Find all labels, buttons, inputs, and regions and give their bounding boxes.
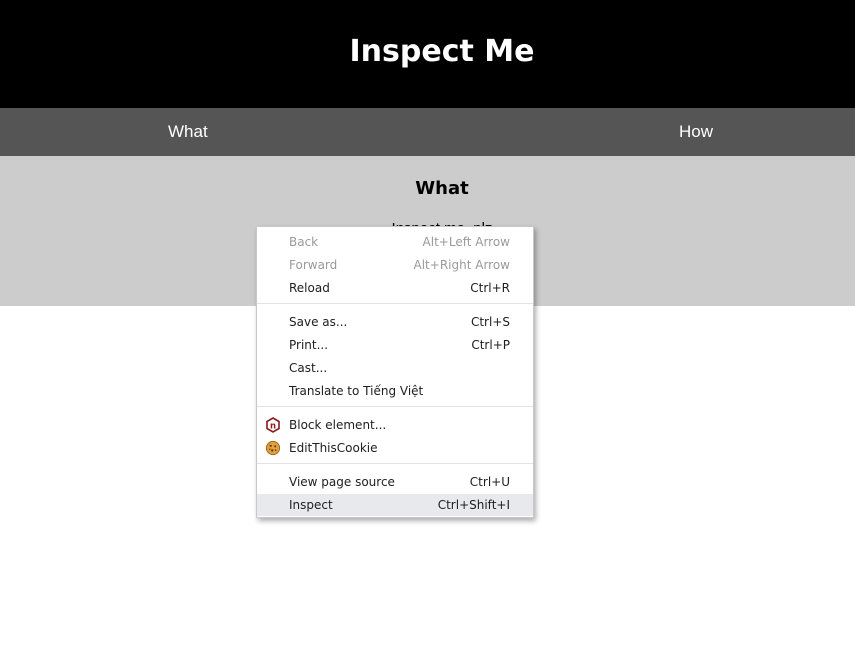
menu-item-reload[interactable]: Reload Ctrl+R: [257, 277, 533, 299]
page-header: Inspect Me: [0, 0, 855, 108]
section-heading: What: [415, 178, 469, 199]
nav-link-how[interactable]: How: [679, 122, 713, 142]
menu-item-label: Reload: [289, 281, 330, 295]
menu-separator: [257, 406, 533, 407]
menu-item-shortcut: Alt+Left Arrow: [422, 235, 510, 249]
menu-item-label: Inspect: [289, 498, 333, 512]
cookie-icon: [265, 440, 281, 456]
menu-item-forward[interactable]: Forward Alt+Right Arrow: [257, 254, 533, 276]
menu-item-shortcut: Ctrl+P: [471, 338, 510, 352]
menu-item-save-as[interactable]: Save as... Ctrl+S: [257, 311, 533, 333]
menu-item-cast[interactable]: Cast...: [257, 357, 533, 379]
menu-item-label: Print...: [289, 338, 329, 352]
page-title: Inspect Me: [349, 34, 535, 69]
ublock-hexagon-icon: n: [265, 417, 281, 433]
menu-item-label: View page source: [289, 475, 395, 489]
menu-item-label: Block element...: [289, 418, 387, 432]
menu-item-translate[interactable]: Translate to Tiếng Việt: [257, 380, 533, 402]
menu-item-shortcut: Alt+Right Arrow: [413, 258, 510, 272]
menu-item-shortcut: Ctrl+U: [469, 475, 510, 489]
menu-item-back[interactable]: Back Alt+Left Arrow: [257, 231, 533, 253]
svg-text:n: n: [270, 421, 276, 431]
menu-item-inspect[interactable]: Inspect Ctrl+Shift+I: [257, 494, 533, 516]
menu-separator: [257, 463, 533, 464]
menu-separator: [257, 303, 533, 304]
menu-item-shortcut: Ctrl+Shift+I: [437, 498, 510, 512]
menu-item-shortcut: Ctrl+S: [470, 315, 510, 329]
nav-bar: What How: [0, 108, 855, 156]
menu-item-shortcut: Ctrl+R: [470, 281, 510, 295]
menu-item-label: EditThisCookie: [289, 441, 378, 455]
menu-item-block-element[interactable]: n Block element...: [257, 414, 533, 436]
menu-item-label: Forward: [289, 258, 338, 272]
nav-link-what[interactable]: What: [168, 122, 208, 142]
menu-item-label: Cast...: [289, 361, 328, 375]
menu-item-print[interactable]: Print... Ctrl+P: [257, 334, 533, 356]
context-menu: Back Alt+Left Arrow Forward Alt+Right Ar…: [256, 226, 534, 518]
menu-item-view-page-source[interactable]: View page source Ctrl+U: [257, 471, 533, 493]
menu-item-label: Save as...: [289, 315, 348, 329]
menu-item-editthiscookie[interactable]: EditThisCookie: [257, 437, 533, 459]
menu-item-label: Translate to Tiếng Việt: [289, 384, 424, 398]
menu-item-label: Back: [289, 235, 319, 249]
